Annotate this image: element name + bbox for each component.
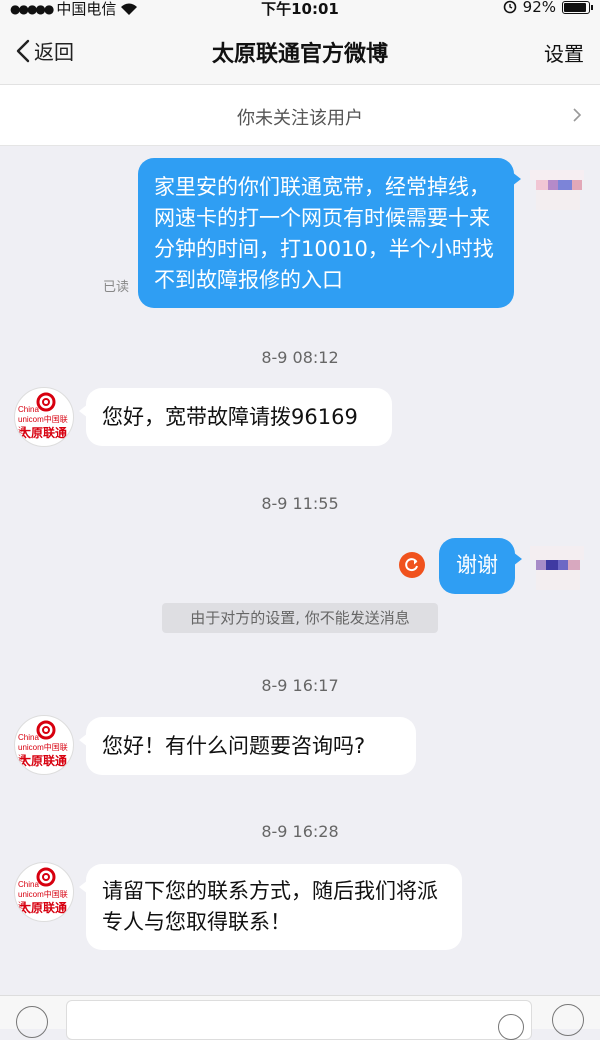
timestamp: 8-9 16:28 xyxy=(261,822,339,841)
settings-button[interactable]: 设置 xyxy=(544,38,584,67)
contact-avatar[interactable]: China unicom中国联通 太原联通 xyxy=(14,715,74,775)
timestamp: 8-9 11:55 xyxy=(261,494,339,513)
message-text: 您好，宽带故障请拨96169 xyxy=(102,405,358,429)
logo-text-line3: 太原联通 xyxy=(19,901,68,915)
alarm-lock-icon xyxy=(503,0,516,14)
logo-text-line3: 太原联通 xyxy=(19,754,68,768)
voice-icon[interactable] xyxy=(16,1006,48,1038)
follow-banner-text: 你未关注该用户 xyxy=(237,108,363,129)
chevron-right-icon xyxy=(573,108,582,122)
message-text: 家里安的你们联通宽带，经常掉线，网速卡的打一个网页有时候需要十来分钟的时间，打1… xyxy=(154,175,494,292)
message-bubble-incoming[interactable]: 您好！有什么问题要咨询吗? xyxy=(79,717,416,775)
status-bar: ●●●●● 中国电信 下午10:01 92% xyxy=(0,0,600,18)
message-text: 请留下您的联系方式，随后我们将派专人与您取得联系！ xyxy=(102,879,438,934)
logo-text-line1: China xyxy=(18,405,39,414)
contact-avatar[interactable]: China unicom中国联通 太原联通 xyxy=(14,862,74,922)
message-input[interactable] xyxy=(66,1000,532,1040)
retry-icon[interactable] xyxy=(399,552,425,578)
battery-percent: 92% xyxy=(522,0,556,16)
message-bubble-outgoing[interactable]: 家里安的你们联通宽带，经常掉线，网速卡的打一个网页有时候需要十来分钟的时间，打1… xyxy=(138,158,521,308)
page-title: 太原联通官方微博 xyxy=(211,42,388,67)
contact-avatar[interactable]: China unicom中国联通 太原联通 xyxy=(14,387,74,447)
message-bubble-incoming[interactable]: 请留下您的联系方式，随后我们将派专人与您取得联系！ xyxy=(79,864,462,950)
battery-fill xyxy=(564,2,586,12)
emoji-icon[interactable] xyxy=(498,1014,524,1040)
status-right-group: 92% xyxy=(503,0,593,16)
user-avatar[interactable] xyxy=(530,164,584,218)
logo-text-line3: 太原联通 xyxy=(19,426,68,440)
timestamp: 8-9 16:17 xyxy=(261,676,339,695)
message-bubble-outgoing[interactable]: 谢谢 xyxy=(439,538,522,594)
message-text: 您好！有什么问题要咨询吗? xyxy=(102,734,366,758)
read-receipt: 已读 xyxy=(103,280,130,295)
navigation-bar: 返回 太原联通官方微博 设置 xyxy=(0,18,600,85)
follow-banner[interactable]: 你未关注该用户 xyxy=(0,85,600,146)
input-bar xyxy=(0,995,600,1040)
message-bubble-incoming[interactable]: 您好，宽带故障请拨96169 xyxy=(79,388,392,446)
system-note: 由于对方的设置, 你不能发送消息 xyxy=(162,603,438,633)
logo-text-line1: China xyxy=(18,880,39,889)
message-text: 谢谢 xyxy=(456,553,498,577)
logo-text-line1: China xyxy=(18,733,39,742)
user-avatar[interactable] xyxy=(530,542,584,596)
plus-icon[interactable] xyxy=(552,1004,584,1036)
battery-icon xyxy=(562,0,593,14)
timestamp: 8-9 08:12 xyxy=(261,348,339,367)
